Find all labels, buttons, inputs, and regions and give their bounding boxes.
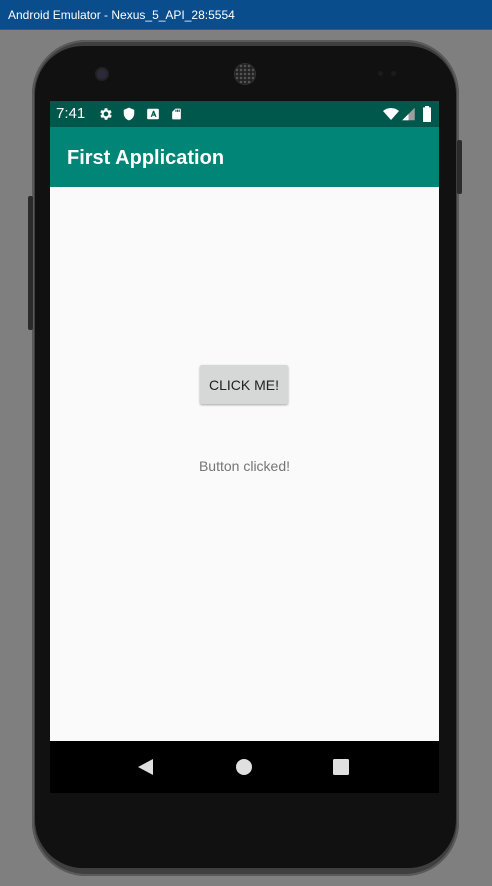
result-text: Button clicked!: [198, 458, 291, 474]
gear-icon: [100, 108, 112, 120]
status-time: 7:41: [56, 105, 86, 122]
home-icon[interactable]: [232, 755, 256, 779]
main-content: CLICK ME! Button clicked!: [50, 187, 439, 741]
light-sensor: [391, 71, 396, 76]
app-bar: First Application: [50, 127, 439, 187]
navigation-bar: [50, 741, 439, 793]
battery-icon: [423, 106, 431, 122]
recents-icon[interactable]: [329, 755, 353, 779]
shield-icon: [123, 107, 135, 121]
app-title: First Application: [67, 147, 225, 169]
emulator-title-bar[interactable]: Android Emulator - Nexus_5_API_28:5554: [0, 0, 492, 30]
a-badge-icon: [147, 108, 159, 120]
wifi-icon: [383, 108, 399, 120]
sd-card-icon: [172, 108, 181, 120]
earpiece-speaker: [235, 64, 255, 84]
device-screen: 7:41 First Application CLICK ME! Button …: [50, 101, 439, 793]
cellular-signal-icon: [402, 107, 415, 121]
back-icon[interactable]: [133, 755, 157, 779]
window-title: Android Emulator - Nexus_5_API_28:5554: [8, 8, 235, 22]
front-camera: [97, 69, 107, 79]
status-bar: 7:41: [50, 101, 439, 127]
proximity-sensor: [378, 71, 383, 76]
volume-button[interactable]: [28, 196, 33, 330]
click-me-button[interactable]: CLICK ME!: [200, 365, 288, 404]
power-button[interactable]: [457, 140, 462, 194]
